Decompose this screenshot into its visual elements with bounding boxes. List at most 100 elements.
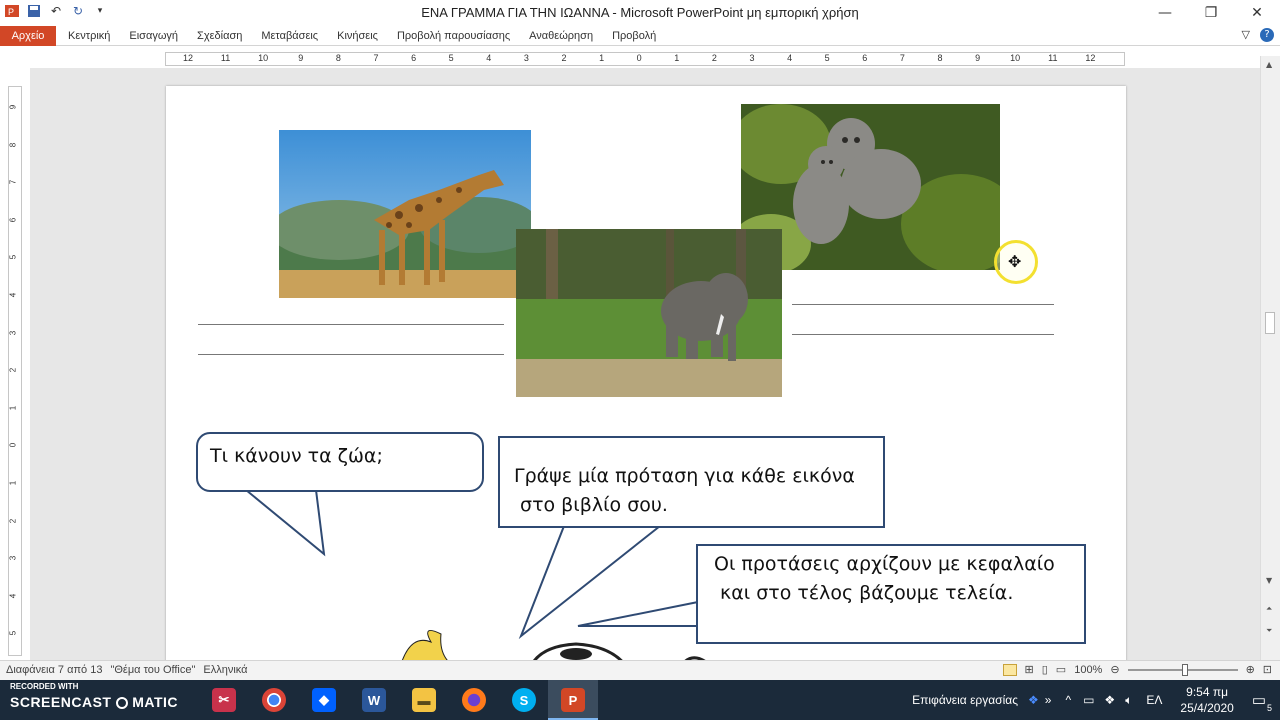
chrome-icon[interactable] bbox=[262, 688, 286, 712]
zoom-level[interactable]: 100% bbox=[1074, 664, 1102, 676]
minimize-button[interactable]: — bbox=[1142, 0, 1188, 26]
scroll-down-icon[interactable]: ▼ bbox=[1266, 576, 1272, 585]
status-bar: Διαφάνεια 7 από 13 "Θέμα του Office" Ελλ… bbox=[0, 660, 1280, 680]
horizontal-ruler: 12 11 10 9 8 7 6 5 4 3 2 1 0 1 2 3 4 5 6 7 8 9 10 11 12 bbox=[165, 52, 1125, 66]
tab-transitions[interactable]: Μεταβάσεις bbox=[261, 30, 318, 42]
language-indicator[interactable]: Ελληνικά bbox=[203, 664, 247, 676]
notification-count: 5 bbox=[1266, 703, 1272, 713]
ruler-tick-label: 11 bbox=[220, 53, 231, 63]
tab-review[interactable]: Αναθεώρηση bbox=[529, 30, 593, 42]
fit-slide-icon[interactable]: ⊡ bbox=[1263, 663, 1272, 676]
next-slide-icon[interactable]: ⏷ bbox=[1266, 626, 1272, 636]
tab-insert[interactable]: Εισαγωγή bbox=[129, 30, 178, 42]
ruler-tick-label: 7 bbox=[373, 53, 379, 63]
battery-icon[interactable]: ▭ bbox=[1083, 693, 1094, 707]
ruler-tick-label: 8 bbox=[335, 53, 341, 63]
ruler-tick-label: 11 bbox=[1048, 53, 1058, 63]
skype-icon[interactable]: S bbox=[512, 688, 536, 712]
tab-animations[interactable]: Κινήσεις bbox=[337, 30, 378, 42]
tray-overflow-icon[interactable]: ^ bbox=[1065, 693, 1071, 707]
volume-icon[interactable]: 🔈︎ bbox=[1125, 693, 1132, 708]
ruler-tick-label: 2 bbox=[8, 518, 18, 523]
normal-view-icon[interactable] bbox=[1002, 663, 1017, 676]
callout-write-sentence[interactable]: Γράψε μία πρόταση για κάθε εικόνα στο βι… bbox=[498, 436, 885, 528]
slide-canvas[interactable]: Τι κάνουν τα ζώα; Γράψε μία πρόταση για … bbox=[166, 86, 1126, 660]
recorder-watermark: RECORDED WITH SCREENCAST MATIC bbox=[10, 682, 178, 712]
ruler-tick-label: 5 bbox=[824, 53, 830, 63]
tab-design[interactable]: Σχεδίαση bbox=[197, 30, 242, 42]
ruler-tick-label: 9 bbox=[8, 104, 18, 110]
clock-date: 25/4/2020 bbox=[1180, 701, 1234, 715]
slide-sorter-icon[interactable]: ⊞ bbox=[1025, 663, 1034, 676]
slide-counter: Διαφάνεια 7 από 13 bbox=[6, 664, 103, 676]
callout-text: Τι κάνουν τα ζώα; bbox=[210, 445, 383, 467]
ruler-tick-label: 8 bbox=[8, 142, 18, 147]
ruler-tick-label: 1 bbox=[8, 480, 18, 486]
ruler-tick-label: 4 bbox=[486, 53, 492, 63]
dropbox-status-icon[interactable]: ❖ bbox=[1104, 693, 1115, 707]
close-button[interactable]: ✕ bbox=[1234, 0, 1280, 26]
desktop-toolbar-label[interactable]: Επιφάνεια εργασίας bbox=[912, 693, 1018, 707]
vertical-scrollbar[interactable]: ▲ ▼ ⏶ ⏷ bbox=[1260, 56, 1280, 660]
prev-slide-icon[interactable]: ⏶ bbox=[1266, 604, 1272, 614]
ruler-tick-label: 4 bbox=[8, 593, 18, 599]
ruler-tick-label: 2 bbox=[8, 367, 18, 373]
dropbox-icon[interactable]: ◆ bbox=[312, 688, 336, 712]
reading-view-icon[interactable]: ▯ bbox=[1042, 663, 1048, 676]
tab-view[interactable]: Προβολή bbox=[612, 30, 656, 42]
input-language[interactable]: ΕΛ bbox=[1146, 693, 1162, 707]
snipping-tool-icon[interactable]: ✂ bbox=[212, 688, 236, 712]
file-explorer-icon[interactable]: ▬ bbox=[412, 688, 436, 712]
ruler-tick-label: 3 bbox=[8, 330, 18, 335]
help-icon[interactable]: ? bbox=[1260, 28, 1274, 42]
scroll-up-icon[interactable]: ▲ bbox=[1266, 60, 1272, 69]
zoom-in-icon[interactable]: ⊕ bbox=[1246, 663, 1255, 676]
ruler-tick-label: 5 bbox=[8, 255, 18, 260]
slideshow-icon[interactable]: ▭ bbox=[1056, 663, 1066, 676]
ruler-tick-label: 5 bbox=[8, 631, 18, 636]
ruler-tick-label: 0 bbox=[636, 53, 642, 63]
windows-taskbar: ✂ ◆ W ▬ S P Επιφάνεια εργασίας ❖ » ^ ▭ ❖… bbox=[0, 680, 1280, 720]
restore-button[interactable]: ❐ bbox=[1188, 0, 1234, 26]
zoom-slider[interactable] bbox=[1127, 663, 1238, 676]
system-clock[interactable]: 9:54 πμ 25/4/2020 bbox=[1180, 684, 1233, 716]
callout-capital-letter-rule[interactable]: Οι προτάσεις αρχίζουν με κεφαλαίο και στ… bbox=[696, 544, 1086, 644]
callout-text: στο βιβλίο σου. bbox=[514, 494, 668, 516]
ruler-tick-label: 3 bbox=[523, 53, 529, 63]
dropbox-tray-icon[interactable]: ❖ bbox=[1028, 693, 1039, 707]
ruler-tick-label: 12 bbox=[1085, 53, 1096, 63]
firefox-icon[interactable] bbox=[462, 688, 486, 712]
zoom-out-icon[interactable]: ⊖ bbox=[1110, 663, 1119, 676]
ruler-tick-label: 9 bbox=[298, 53, 304, 63]
tab-file[interactable]: Αρχείο bbox=[0, 26, 56, 46]
ribbon-minimize-icon[interactable]: ▽ bbox=[1242, 28, 1250, 42]
tab-slideshow[interactable]: Προβολή παρουσίασης bbox=[397, 30, 510, 42]
callout-text: και στο τέλος βάζουμε τελεία. bbox=[714, 582, 1014, 604]
ruler-tick-label: 10 bbox=[1010, 53, 1021, 63]
toolbar-expand-icon[interactable]: » bbox=[1045, 693, 1052, 707]
powerpoint-taskbar-icon[interactable]: P bbox=[561, 688, 585, 712]
move-cursor-icon: ✥ bbox=[1008, 252, 1022, 271]
tab-home[interactable]: Κεντρική bbox=[68, 30, 110, 42]
ruler-tick-label: 12 bbox=[182, 53, 194, 63]
ruler-tick-label: 1 bbox=[674, 53, 680, 63]
scrollbar-thumb[interactable] bbox=[1265, 312, 1275, 334]
notification-center-icon[interactable]: ▭ 5 bbox=[1252, 691, 1272, 713]
recorder-name-2: MATIC bbox=[132, 694, 179, 710]
callout-what-animals-do[interactable]: Τι κάνουν τα ζώα; bbox=[196, 432, 484, 492]
title-bar: P ↶ ↻ ▾ ΕΝΑ ΓΡΑΜΜΑ ΓΙΑ ΤΗΝ ΙΩΑΝΝΑ - Micr… bbox=[0, 0, 1280, 26]
ruler-tick-label: 6 bbox=[862, 53, 868, 63]
ruler-tick-label: 2 bbox=[561, 53, 567, 63]
ruler-tick-label: 4 bbox=[8, 292, 18, 298]
cartoon-characters bbox=[402, 629, 706, 660]
window-title: ΕΝΑ ΓΡΑΜΜΑ ΓΙΑ ΤΗΝ ΙΩΑΝΝΑ - Microsoft Po… bbox=[421, 5, 859, 20]
clock-time: 9:54 πμ bbox=[1186, 685, 1229, 699]
ruler-tick-label: 10 bbox=[258, 53, 269, 63]
ruler-tick-label: 9 bbox=[975, 53, 981, 63]
recorded-with-label: RECORDED WITH bbox=[10, 682, 79, 691]
ribbon-tabs: Αρχείο Κεντρική Εισαγωγή Σχεδίαση Μεταβά… bbox=[0, 26, 1280, 46]
theme-name[interactable]: "Θέμα του Office" bbox=[110, 664, 195, 676]
vertical-ruler: 9876543210123456 bbox=[8, 86, 22, 673]
word-icon[interactable]: W bbox=[362, 688, 386, 712]
ruler-tick-label: 7 bbox=[8, 179, 18, 185]
